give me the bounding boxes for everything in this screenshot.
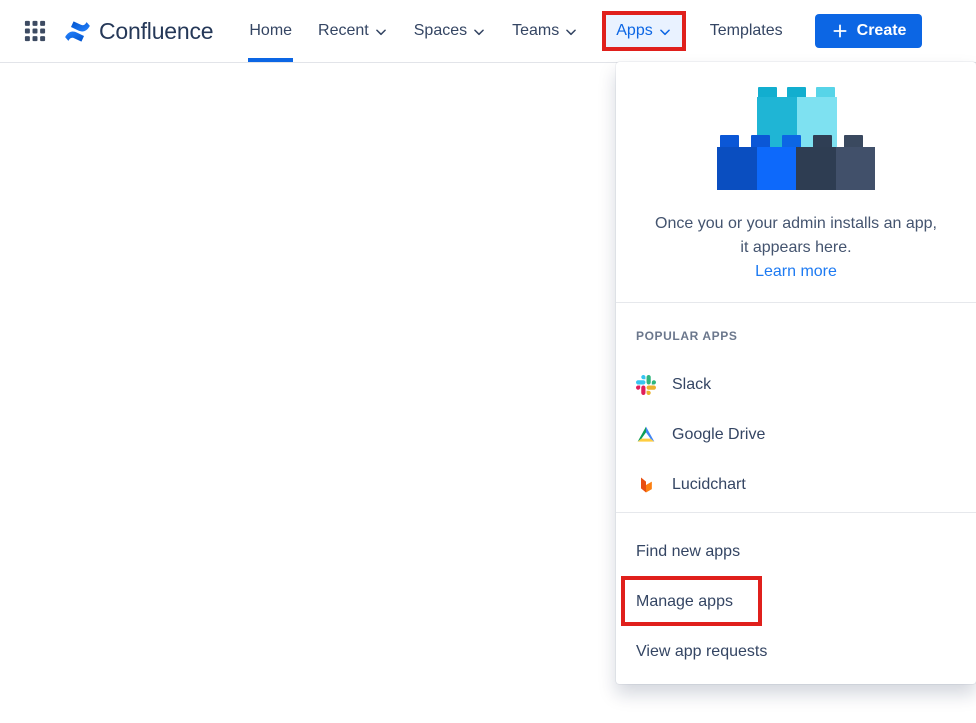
nav-item-templates[interactable]: Templates xyxy=(710,0,783,62)
apps-menu-links-section: Find new apps Manage apps View app reque… xyxy=(616,513,976,677)
slack-icon xyxy=(636,375,656,395)
apps-dropdown-menu: Once you or your admin installs an app, … xyxy=(616,62,976,684)
popular-apps-header: POPULAR APPS xyxy=(616,329,976,349)
menu-item-slack[interactable]: Slack xyxy=(616,360,976,410)
annotation-box-apps: Apps xyxy=(602,11,685,51)
nav-item-recent[interactable]: Recent xyxy=(318,0,388,62)
menu-item-find-new-apps[interactable]: Find new apps xyxy=(616,527,976,577)
create-button[interactable]: Create xyxy=(815,14,923,48)
confluence-logo-icon xyxy=(64,18,91,45)
confluence-brand[interactable]: Confluence xyxy=(64,18,213,45)
learn-more-link[interactable]: Learn more xyxy=(755,260,837,284)
menu-item-manage-apps[interactable]: Manage apps xyxy=(616,577,976,627)
lego-bricks-illustration xyxy=(717,87,875,191)
primary-nav: Home Recent Spaces Teams Apps xyxy=(249,0,782,62)
plus-icon xyxy=(831,22,849,40)
empty-state-message: Once you or your admin installs an app, … xyxy=(616,212,976,260)
grid-icon xyxy=(24,20,46,42)
apps-empty-state: Once you or your admin installs an app, … xyxy=(616,62,976,303)
chevron-down-icon xyxy=(472,25,486,39)
google-drive-icon xyxy=(636,425,656,445)
popular-apps-section: POPULAR APPS Slack Google Drive xyxy=(616,303,976,513)
app-switcher-button[interactable] xyxy=(22,18,48,44)
chevron-down-icon xyxy=(564,25,578,39)
menu-item-google-drive[interactable]: Google Drive xyxy=(616,410,976,460)
nav-item-apps[interactable]: Apps xyxy=(606,15,681,47)
menu-item-view-app-requests[interactable]: View app requests xyxy=(616,627,976,677)
brand-wordmark: Confluence xyxy=(99,18,213,45)
nav-item-home[interactable]: Home xyxy=(249,0,292,62)
menu-item-lucidchart[interactable]: Lucidchart xyxy=(616,460,976,510)
active-tab-indicator xyxy=(248,58,293,62)
lucidchart-icon xyxy=(636,475,656,495)
confluence-page: Confluence Home Recent Spaces Teams App xyxy=(0,0,976,723)
top-navigation-bar: Confluence Home Recent Spaces Teams App xyxy=(0,0,976,63)
nav-item-spaces[interactable]: Spaces xyxy=(414,0,486,62)
nav-item-teams[interactable]: Teams xyxy=(512,0,578,62)
chevron-down-icon xyxy=(374,25,388,39)
chevron-down-icon xyxy=(658,25,672,39)
